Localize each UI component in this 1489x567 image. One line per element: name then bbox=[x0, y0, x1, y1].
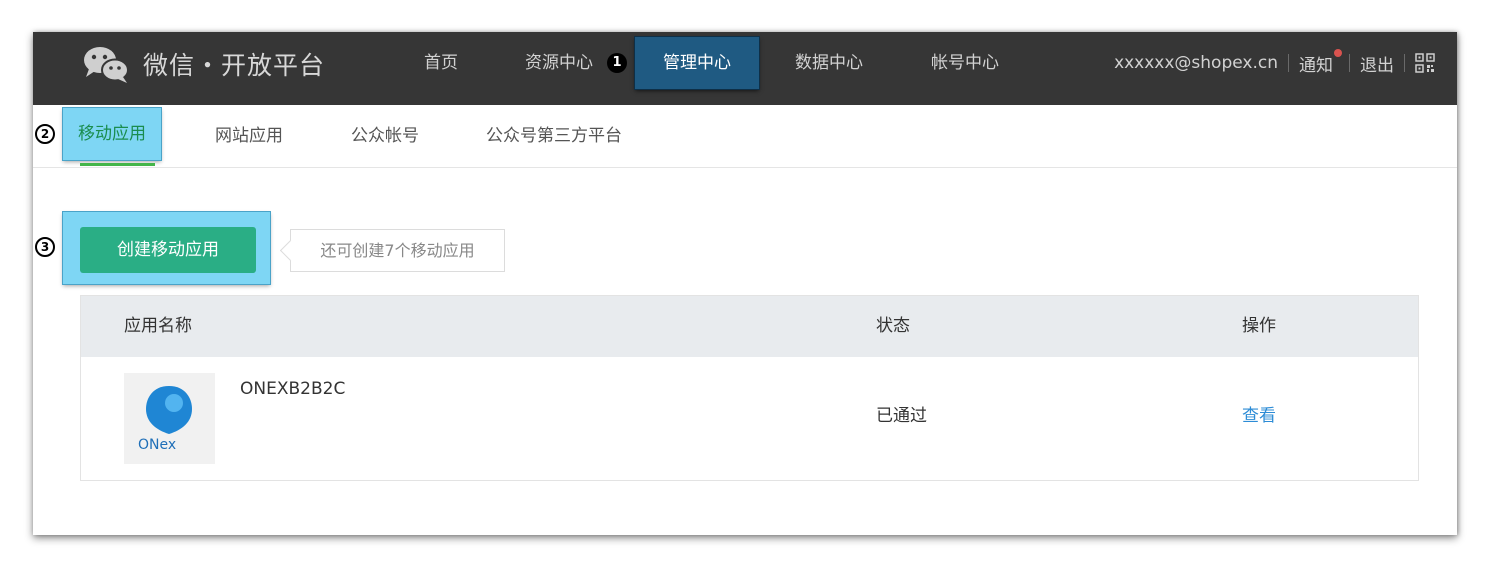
wechat-icon bbox=[84, 47, 129, 83]
app-status: 已通过 bbox=[876, 406, 927, 426]
column-header-status: 状态 bbox=[876, 316, 910, 336]
apps-table: 应用名称 状态 操作 ONex ONEXB2B2C 已通过 查看 bbox=[80, 295, 1419, 481]
column-header-actions: 操作 bbox=[1242, 316, 1276, 336]
user-area: xxxxxx@shopex.cn 通知 退出 bbox=[1114, 32, 1435, 94]
active-tab-indicator bbox=[80, 163, 155, 166]
divider bbox=[1404, 54, 1405, 72]
notification-dot bbox=[1334, 48, 1342, 57]
nav-account-center[interactable]: 帐号中心 bbox=[917, 32, 1013, 94]
nav-home[interactable]: 首页 bbox=[409, 32, 473, 94]
tab-mobile-apps[interactable]: 移动应用 bbox=[63, 108, 161, 160]
create-mobile-app-button[interactable]: 创建移动应用 bbox=[80, 227, 256, 273]
nav-resource-center[interactable]: 资源中心 bbox=[511, 32, 607, 94]
tab-website-apps[interactable]: 网站应用 bbox=[215, 105, 283, 167]
nav-management-center[interactable]: 管理中心 bbox=[635, 37, 759, 89]
top-navigation-bar: 微信・开放平台 首页 资源中心 1 管理中心 数据中心 帐号中心 xxxxxx@… bbox=[33, 32, 1457, 105]
brand-logo[interactable]: 微信・开放平台 bbox=[81, 40, 325, 88]
view-link[interactable]: 查看 bbox=[1242, 401, 1276, 426]
remaining-apps-tip: 还可创建7个移动应用 bbox=[290, 229, 505, 272]
divider bbox=[1288, 54, 1289, 72]
annotation-marker-2: 2 bbox=[35, 124, 55, 144]
notify-link[interactable]: 通知 bbox=[1299, 48, 1342, 76]
tab-third-party-platform[interactable]: 公众号第三方平台 bbox=[486, 105, 622, 167]
onex-logo-icon: ONex bbox=[138, 386, 192, 453]
table-header: 应用名称 状态 操作 bbox=[81, 296, 1418, 357]
brand-title: 微信・开放平台 bbox=[143, 51, 326, 80]
annotation-marker-3: 3 bbox=[35, 237, 55, 257]
nav-data-center[interactable]: 数据中心 bbox=[781, 32, 877, 94]
logout-link[interactable]: 退出 bbox=[1360, 51, 1394, 76]
column-header-app-name: 应用名称 bbox=[124, 316, 192, 336]
annotation-marker-1: 1 bbox=[607, 53, 627, 73]
app-name[interactable]: ONEXB2B2C bbox=[240, 379, 345, 399]
user-email[interactable]: xxxxxx@shopex.cn bbox=[1114, 53, 1278, 73]
notify-label: 通知 bbox=[1299, 55, 1333, 76]
tab-official-accounts[interactable]: 公众帐号 bbox=[351, 105, 419, 167]
qr-code-icon[interactable] bbox=[1415, 53, 1435, 73]
app-window: 微信・开放平台 首页 资源中心 1 管理中心 数据中心 帐号中心 xxxxxx@… bbox=[33, 32, 1457, 535]
sub-navigation: 2 移动应用 网站应用 公众帐号 公众号第三方平台 bbox=[33, 105, 1457, 168]
divider bbox=[1349, 54, 1350, 72]
app-icon: ONex bbox=[124, 373, 215, 464]
app-icon-text: ONex bbox=[138, 437, 176, 453]
table-row: ONex ONEXB2B2C 已通过 查看 bbox=[81, 357, 1418, 481]
